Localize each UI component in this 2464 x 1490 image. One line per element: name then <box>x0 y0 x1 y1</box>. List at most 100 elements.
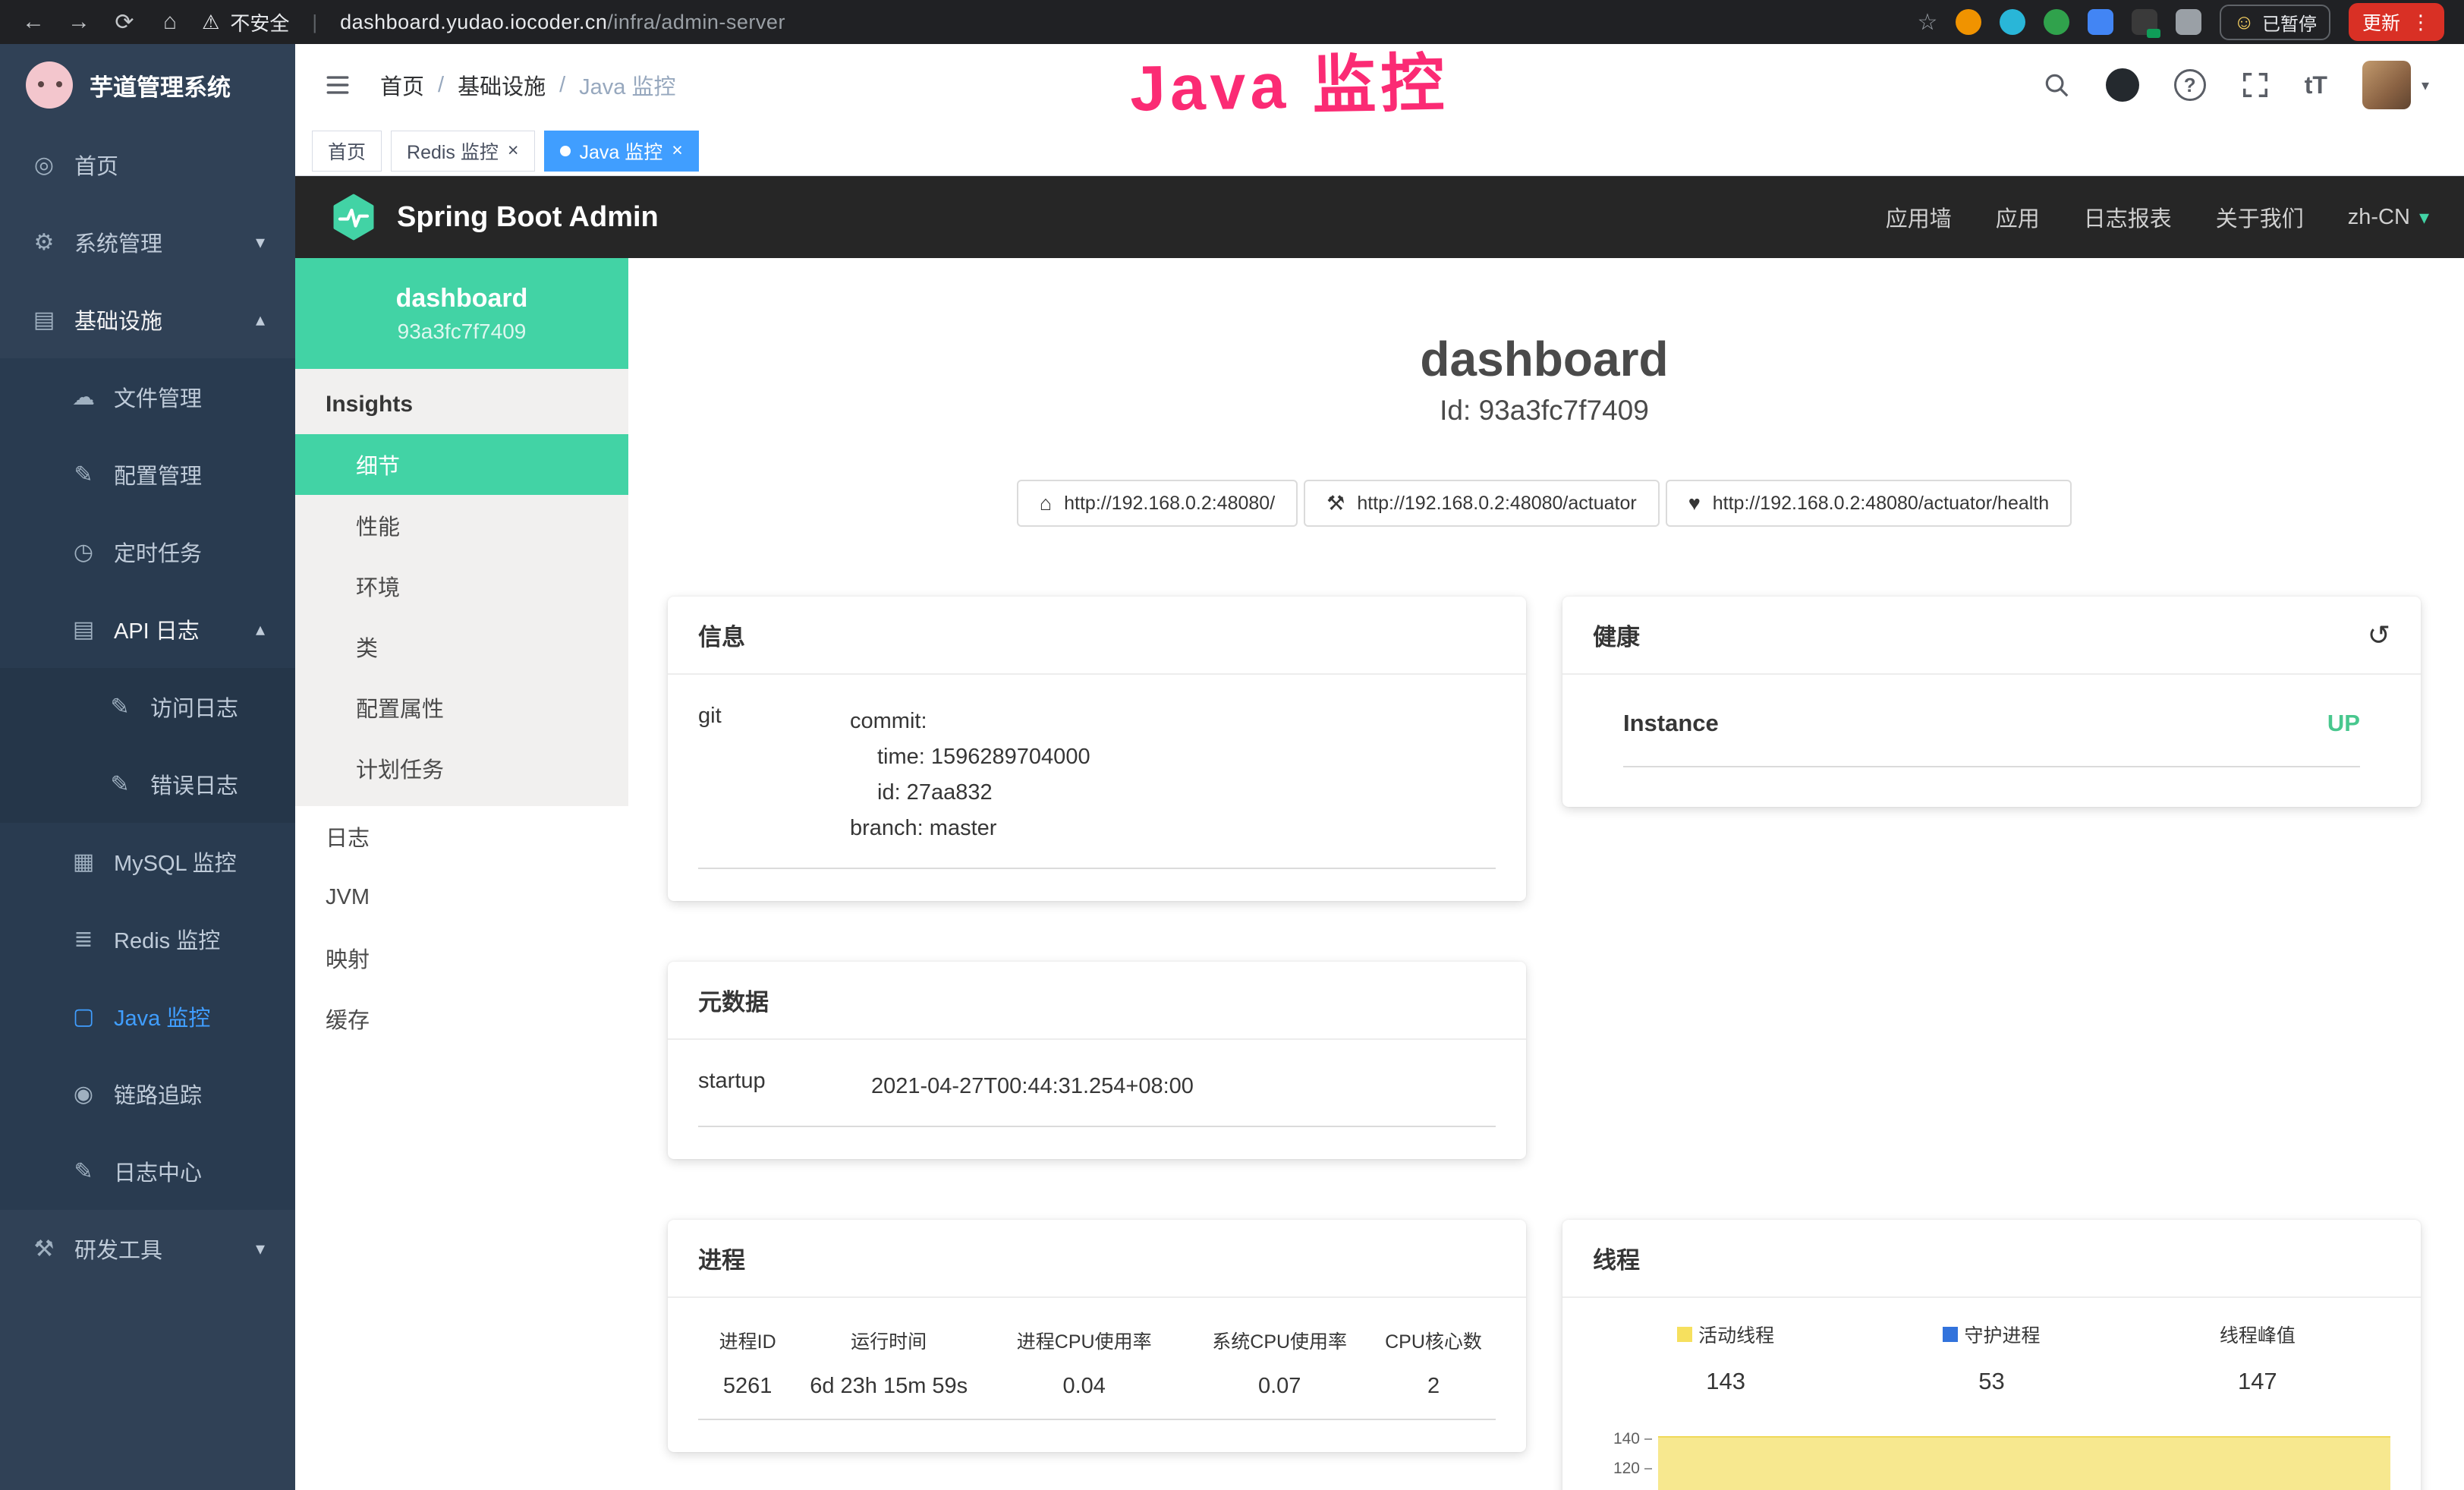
threads-legend: 活动线程 143 守护进程 <box>1593 1321 2390 1395</box>
menu-item-redis-monitor[interactable]: ≣ Redis 监控 <box>0 900 295 978</box>
close-icon[interactable]: × <box>508 141 519 160</box>
menu-label: MySQL 监控 <box>114 846 237 877</box>
url-path: /infra/admin-server <box>607 11 785 33</box>
security-indicator[interactable]: ⚠ 不安全 <box>202 8 289 36</box>
extensions-puzzle-icon[interactable] <box>2176 9 2201 35</box>
info-row-git: git commit: time: 1596289704000 id: 27aa… <box>698 704 1496 869</box>
spring-boot-admin: Spring Boot Admin 应用墙 应用 日志报表 关于我们 zh-CN… <box>295 176 2464 1490</box>
sba-header: Spring Boot Admin 应用墙 应用 日志报表 关于我们 zh-CN… <box>295 176 2464 258</box>
tab-redis-monitor[interactable]: Redis 监控 × <box>391 131 534 172</box>
service-url-button[interactable]: ⌂ http://192.168.0.2:48080/ <box>1017 480 1298 527</box>
warning-icon: ⚠ <box>202 11 219 34</box>
update-button[interactable]: 更新 ⋮ <box>2349 3 2444 41</box>
menu-item-home[interactable]: ◎ 首页 <box>0 126 295 203</box>
github-icon[interactable] <box>2106 68 2139 102</box>
threads-card-header: 线程 <box>1562 1220 2421 1298</box>
paused-badge[interactable]: ☺ 已暂停 <box>2220 5 2330 40</box>
menu-item-error-logs[interactable]: ✎ 错误日志 <box>0 745 295 823</box>
fullscreen-icon[interactable] <box>2241 71 2270 99</box>
sba-item-details[interactable]: 细节 <box>295 434 628 495</box>
sidebar-logo[interactable]: 芋道管理系统 <box>0 44 295 126</box>
tab-label: 首页 <box>328 137 366 165</box>
menu-item-config-management[interactable]: ✎ 配置管理 <box>0 436 295 513</box>
sba-brand[interactable]: Spring Boot Admin <box>397 201 659 234</box>
address-bar[interactable]: dashboard.yudao.iocoder.cn/infra/admin-s… <box>340 11 785 34</box>
menu-item-tracing[interactable]: ◉ 链路追踪 <box>0 1055 295 1132</box>
menu-item-scheduled-tasks[interactable]: ◷ 定时任务 <box>0 513 295 591</box>
help-icon[interactable]: ? <box>2174 69 2206 101</box>
blue-legend-swatch <box>1943 1327 1958 1342</box>
menu-item-java-monitor[interactable]: ▢ Java 监控 <box>0 978 295 1055</box>
extension-icon-5[interactable] <box>2132 9 2157 35</box>
menu-label: API 日志 <box>114 613 200 645</box>
sba-item-classes[interactable]: 类 <box>295 616 628 677</box>
search-icon[interactable] <box>2042 71 2071 99</box>
process-cell-proc-cpu: 0.04 <box>980 1374 1188 1399</box>
menu-item-log-center[interactable]: ✎ 日志中心 <box>0 1132 295 1210</box>
extension-icon-3[interactable] <box>2044 9 2069 35</box>
menu-label: 日志中心 <box>114 1155 202 1187</box>
sba-nav-wallboard[interactable]: 应用墙 <box>1886 201 1952 233</box>
sba-item-scheduled-tasks[interactable]: 计划任务 <box>295 738 628 799</box>
sba-nav: 应用墙 应用 日志报表 关于我们 zh-CN ▾ <box>1886 201 2429 233</box>
browser-menu-icon[interactable]: ⋮ <box>2411 11 2431 34</box>
menu-item-dev-tools[interactable]: ⚒ 研发工具 ▾ <box>0 1210 295 1287</box>
yellow-legend-swatch <box>1677 1327 1692 1342</box>
user-menu[interactable]: ▾ <box>2362 61 2429 109</box>
extension-icon-2[interactable] <box>2000 9 2025 35</box>
metadata-card: 元数据 startup 2021-04-27T00:44:31.254+08:0… <box>668 962 1526 1159</box>
info-card: 信息 git commit: time: 1596289704000 id: 2… <box>668 597 1526 901</box>
extension-icon-1[interactable] <box>1956 9 1981 35</box>
menu-item-file-management[interactable]: ☁ 文件管理 <box>0 358 295 436</box>
menu-item-api-logs[interactable]: ▤ API 日志 ▴ <box>0 591 295 668</box>
health-instance-row[interactable]: Instance UP <box>1623 710 2360 767</box>
instance-header[interactable]: dashboard 93a3fc7f7409 <box>295 258 628 369</box>
caret-down-icon: ▾ <box>2422 76 2429 95</box>
info-card-body: git commit: time: 1596289704000 id: 27aa… <box>668 675 1526 901</box>
sba-item-jvm[interactable]: JVM <box>295 867 628 928</box>
sba-item-caches[interactable]: 缓存 <box>295 988 628 1049</box>
avatar <box>2362 61 2411 109</box>
health-url-button[interactable]: ♥ http://192.168.0.2:48080/actuator/heal… <box>1666 480 2072 527</box>
forward-icon[interactable]: → <box>65 9 93 35</box>
legend-label: 活动线程 <box>1698 1321 1774 1348</box>
sba-nav-applications[interactable]: 应用 <box>1996 201 2040 233</box>
tab-home[interactable]: 首页 <box>312 131 382 172</box>
back-icon[interactable]: ← <box>20 9 47 35</box>
sba-nav-about[interactable]: 关于我们 <box>2216 201 2304 233</box>
font-size-icon[interactable]: tT <box>2305 71 2327 99</box>
reload-icon[interactable]: ⟳ <box>111 9 138 36</box>
sba-item-metrics[interactable]: 性能 <box>295 495 628 556</box>
history-icon[interactable]: ↺ <box>2368 619 2390 651</box>
sba-nav-journal[interactable]: 日志报表 <box>2084 201 2172 233</box>
language-label: zh-CN <box>2348 205 2410 230</box>
hamburger-icon[interactable] <box>323 72 353 98</box>
menu-item-mysql-monitor[interactable]: ▦ MySQL 监控 <box>0 823 295 900</box>
menu-item-access-logs[interactable]: ✎ 访问日志 <box>0 668 295 745</box>
menu-item-system[interactable]: ⚙ 系统管理 ▾ <box>0 203 295 281</box>
breadcrumb-infrastructure[interactable]: 基础设施 <box>458 69 546 101</box>
actuator-url-button[interactable]: ⚒ http://192.168.0.2:48080/actuator <box>1304 480 1660 527</box>
menu-item-infrastructure[interactable]: ▤ 基础设施 ▴ <box>0 281 295 358</box>
edit-icon: ✎ <box>106 771 134 798</box>
language-selector[interactable]: zh-CN ▾ <box>2348 205 2429 230</box>
menu-label: 错误日志 <box>150 768 238 800</box>
legend-peak-threads: 线程峰值 147 <box>2125 1321 2390 1395</box>
home-icon[interactable]: ⌂ <box>156 9 184 35</box>
infrastructure-icon: ▤ <box>30 307 58 333</box>
sba-item-mappings[interactable]: 映射 <box>295 928 628 988</box>
info-value: commit: time: 1596289704000 id: 27aa832 … <box>850 704 1090 846</box>
breadcrumb-home[interactable]: 首页 <box>380 69 424 101</box>
bookmark-star-icon[interactable]: ☆ <box>1918 9 1938 36</box>
threads-chart: 140 120 100 <box>1593 1430 2390 1490</box>
close-icon[interactable]: × <box>672 141 683 160</box>
sba-item-logs[interactable]: 日志 <box>295 806 628 867</box>
extension-icon-4[interactable] <box>2088 9 2113 35</box>
process-card: 进程 进程ID 运行时间 进程CPU使用率 系统CPU使用率 CPU核心数 52… <box>668 1220 1526 1452</box>
gear-icon: ⚙ <box>30 229 58 256</box>
sba-item-environment[interactable]: 环境 <box>295 556 628 616</box>
legend-daemon-threads: 守护进程 53 <box>1858 1321 2124 1395</box>
legend-label: 线程峰值 <box>2220 1321 2296 1348</box>
tab-java-monitor[interactable]: Java 监控 × <box>544 131 699 172</box>
sba-item-config-props[interactable]: 配置属性 <box>295 677 628 738</box>
